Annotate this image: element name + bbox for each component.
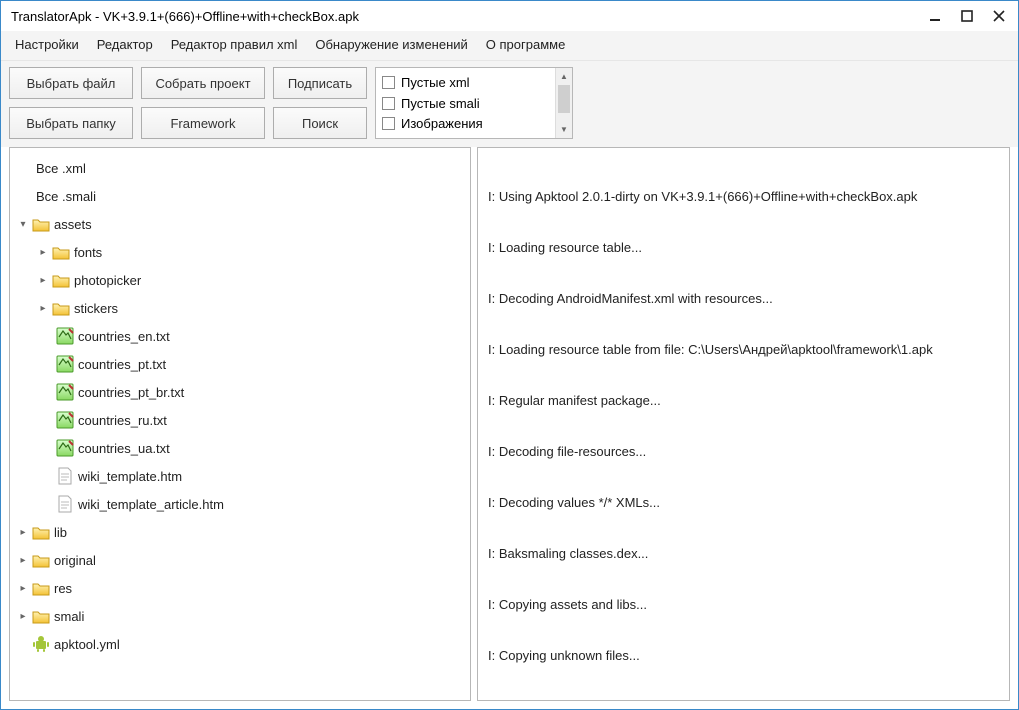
tree-countries-ru[interactable]: countries_ru.txt <box>14 406 466 434</box>
filter-label: Пустые smali <box>401 96 480 111</box>
maximize-button[interactable] <box>960 9 974 23</box>
log-line: I: Copying original files... <box>488 698 999 701</box>
tree-smali[interactable]: ▸smali <box>14 602 466 630</box>
log-line: I: Decoding AndroidManifest.xml with res… <box>488 290 999 307</box>
expand-icon[interactable]: ▸ <box>16 609 30 623</box>
build-project-button[interactable]: Собрать проект <box>141 67 265 99</box>
close-button[interactable] <box>992 9 1006 23</box>
scroll-thumb[interactable] <box>558 85 570 113</box>
collapse-icon[interactable]: ▾ <box>16 217 30 231</box>
txt-file-icon <box>56 355 74 373</box>
menu-about[interactable]: О программе <box>484 35 568 54</box>
filter-empty-smali[interactable]: Пустые smali <box>382 93 554 114</box>
log-line: I: Loading resource table from file: C:\… <box>488 341 999 358</box>
toolbar: Выбрать файл Собрать проект Подписать Вы… <box>1 61 1018 147</box>
expand-icon[interactable]: ▸ <box>16 525 30 539</box>
tree-photopicker[interactable]: ▸photopicker <box>14 266 466 294</box>
txt-file-icon <box>56 411 74 429</box>
tree-res[interactable]: ▸res <box>14 574 466 602</box>
menu-settings[interactable]: Настройки <box>13 35 81 54</box>
log-line: I: Baksmaling classes.dex... <box>488 545 999 562</box>
scroll-down-icon[interactable]: ▼ <box>556 121 572 138</box>
sign-button[interactable]: Подписать <box>273 67 367 99</box>
folder-icon <box>52 271 70 289</box>
tree-assets[interactable]: ▾assets <box>14 210 466 238</box>
log-line: I: Copying assets and libs... <box>488 596 999 613</box>
filter-label: Изображения <box>401 116 483 131</box>
expand-icon[interactable]: ▸ <box>16 581 30 595</box>
tree-stickers[interactable]: ▸stickers <box>14 294 466 322</box>
log-line: I: Regular manifest package... <box>488 392 999 409</box>
folder-icon <box>52 243 70 261</box>
tree-countries-en[interactable]: countries_en.txt <box>14 322 466 350</box>
tree-apktool-yml[interactable]: apktool.yml <box>14 630 466 658</box>
tree-countries-pt[interactable]: countries_pt.txt <box>14 350 466 378</box>
log-line: I: Decoding file-resources... <box>488 443 999 460</box>
tree-wiki-template[interactable]: wiki_template.htm <box>14 462 466 490</box>
android-icon <box>32 635 50 653</box>
log-line: I: Decoding values */* XMLs... <box>488 494 999 511</box>
tree-countries-pt-br[interactable]: countries_pt_br.txt <box>14 378 466 406</box>
tree-fonts[interactable]: ▸fonts <box>14 238 466 266</box>
select-file-button[interactable]: Выбрать файл <box>9 67 133 99</box>
tree-countries-ua[interactable]: countries_ua.txt <box>14 434 466 462</box>
tree-original[interactable]: ▸original <box>14 546 466 574</box>
menu-xml-rules-editor[interactable]: Редактор правил xml <box>169 35 300 54</box>
checkbox-icon[interactable] <box>382 97 395 110</box>
window-title: TranslatorApk - VK+3.9.1+(666)+Offline+w… <box>11 9 928 24</box>
framework-button[interactable]: Framework <box>141 107 265 139</box>
menubar: Настройки Редактор Редактор правил xml О… <box>1 31 1018 61</box>
checkbox-icon[interactable] <box>382 76 395 89</box>
tree-all-smali[interactable]: Все .smali <box>14 182 466 210</box>
folder-icon <box>32 523 50 541</box>
search-button[interactable]: Поиск <box>273 107 367 139</box>
tree-wiki-template-article[interactable]: wiki_template_article.htm <box>14 490 466 518</box>
folder-icon <box>32 551 50 569</box>
log-line: I: Loading resource table... <box>488 239 999 256</box>
htm-file-icon <box>56 467 74 485</box>
titlebar[interactable]: TranslatorApk - VK+3.9.1+(666)+Offline+w… <box>1 1 1018 31</box>
checkbox-icon[interactable] <box>382 117 395 130</box>
scroll-up-icon[interactable]: ▲ <box>556 68 572 85</box>
expand-icon[interactable]: ▸ <box>36 245 50 259</box>
filter-listbox[interactable]: Пустые xml Пустые smali Изображения ▲ ▼ <box>375 67 573 139</box>
expand-icon[interactable]: ▸ <box>36 301 50 315</box>
htm-file-icon <box>56 495 74 513</box>
scrollbar[interactable]: ▲ ▼ <box>555 68 572 138</box>
select-folder-button[interactable]: Выбрать папку <box>9 107 133 139</box>
folder-icon <box>32 579 50 597</box>
minimize-button[interactable] <box>928 9 942 23</box>
filter-images[interactable]: Изображения <box>382 113 554 134</box>
txt-file-icon <box>56 327 74 345</box>
log-panel[interactable]: I: Using Apktool 2.0.1-dirty on VK+3.9.1… <box>477 147 1010 701</box>
expand-icon[interactable]: ▸ <box>36 273 50 287</box>
folder-icon <box>52 299 70 317</box>
expand-icon[interactable]: ▸ <box>16 553 30 567</box>
log-line: I: Copying unknown files... <box>488 647 999 664</box>
folder-icon <box>32 607 50 625</box>
file-tree-panel[interactable]: Все .xml Все .smali ▾assets ▸fonts ▸phot… <box>9 147 471 701</box>
menu-editor[interactable]: Редактор <box>95 35 155 54</box>
txt-file-icon <box>56 383 74 401</box>
folder-icon <box>32 215 50 233</box>
tree-lib[interactable]: ▸lib <box>14 518 466 546</box>
log-line: I: Using Apktool 2.0.1-dirty on VK+3.9.1… <box>488 188 999 205</box>
filter-empty-xml[interactable]: Пустые xml <box>382 72 554 93</box>
menu-detect-changes[interactable]: Обнаружение изменений <box>313 35 469 54</box>
filter-label: Пустые xml <box>401 75 470 90</box>
txt-file-icon <box>56 439 74 457</box>
tree-all-xml[interactable]: Все .xml <box>14 154 466 182</box>
